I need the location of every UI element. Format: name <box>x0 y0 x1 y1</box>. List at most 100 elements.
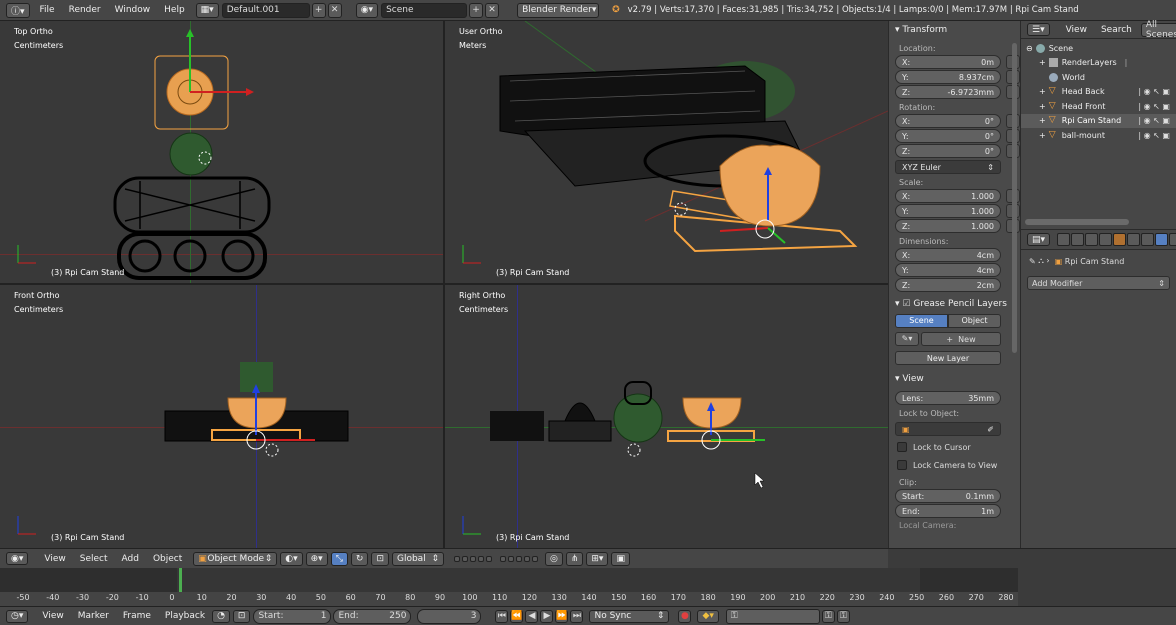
menu-view[interactable]: View <box>37 554 72 564</box>
timeline[interactable]: -50 -40 -30 -20 -10 0 10 20 30 40 50 60 70 80 90 100 110… <box>0 568 1176 606</box>
outliner-row-world[interactable]: World <box>1021 70 1176 85</box>
start-frame-field[interactable]: Start: 1 <box>253 608 332 624</box>
view-panel-header[interactable]: ▾ View <box>889 371 1020 387</box>
keying-set-field[interactable]: ⚿ <box>725 608 820 624</box>
tl-menu-view[interactable]: View <box>35 611 70 621</box>
checkbox-icon[interactable]: ☑ <box>902 299 910 309</box>
outliner-row-head-front[interactable]: + ▽ Head Front | ◉ ↖ ▣ <box>1021 99 1176 114</box>
screen-layout-field[interactable]: Default.001 <box>221 2 310 18</box>
outliner-row-head-back[interactable]: + ▽ Head Back | ◉ ↖ ▣ <box>1021 85 1176 100</box>
preview-range-icon[interactable]: ◔ <box>212 609 230 623</box>
tl-menu-marker[interactable]: Marker <box>71 611 116 621</box>
scene-field[interactable]: Scene <box>381 2 468 18</box>
location-y-field[interactable]: Y: 8.937cm <box>895 70 1020 84</box>
scale-x-field[interactable]: X: 1.000 <box>895 189 1020 203</box>
pivot-select[interactable]: ⊕▾ <box>305 551 328 566</box>
menu-select[interactable]: Select <box>73 554 115 564</box>
lens-field[interactable]: Lens: 35mm <box>895 391 1001 405</box>
outliner-row-renderlayers[interactable]: + RenderLayers | <box>1021 56 1176 71</box>
dimension-x-field[interactable]: X: 4cm <box>895 248 1001 262</box>
tab-object[interactable]: Object <box>948 314 1001 328</box>
transform-panel-header[interactable]: ▾ Transform <box>889 22 1020 38</box>
viewport-front-ortho[interactable]: Front Ortho Centimeters (3) Rpi Cam Stan… <box>0 285 443 548</box>
screen-layout-icon[interactable]: ▦▾ <box>195 2 219 18</box>
info-editor-icon[interactable]: ⓘ▾ <box>6 2 30 18</box>
current-frame-indicator[interactable] <box>179 568 182 593</box>
pin-icon[interactable]: ✎ <box>1029 257 1036 266</box>
location-z-field[interactable]: Z: -6.9723mm <box>895 85 1020 99</box>
shading-select[interactable]: ◐▾ <box>280 551 303 566</box>
outliner-scrollbar[interactable] <box>1025 219 1129 225</box>
add-layout-button[interactable]: + <box>311 2 326 18</box>
menu-add[interactable]: Add <box>115 554 146 564</box>
manipulator-toggle[interactable]: ⤡ <box>330 551 348 566</box>
properties-context-tabs[interactable] <box>1057 233 1176 246</box>
outliner-menu-search[interactable]: Search <box>1094 25 1139 35</box>
outliner-editor-icon[interactable]: ☰▾ <box>1027 23 1050 36</box>
snap-element-select[interactable]: ⊞▾ <box>586 551 609 566</box>
render-preview-icon[interactable]: ▣ <box>611 551 630 566</box>
remove-scene-button[interactable]: ✕ <box>485 2 500 18</box>
jump-key-forward-icon[interactable]: ⏩ <box>555 609 569 623</box>
scene-icon[interactable]: ◉▾ <box>355 2 379 18</box>
menu-file[interactable]: File <box>33 5 62 15</box>
playback-controls[interactable]: ⏮ ⏪ ◀ ▶ ⏩ ⏭ <box>493 609 584 623</box>
lock-object-field[interactable]: ▣ ✐ <box>895 422 1001 436</box>
npanel-scrollbar[interactable] <box>1012 43 1017 353</box>
menu-help[interactable]: Help <box>157 5 192 15</box>
viewport-top-ortho[interactable]: Top Ortho Centimeters (3) Rpi Cam Stand <box>0 21 443 283</box>
eyedropper-icon[interactable]: ✐ <box>987 425 994 434</box>
rotation-z-field[interactable]: Z: 0° <box>895 144 1020 158</box>
rotation-mode-select[interactable]: XYZ Euler ⇕ <box>895 160 1001 174</box>
outliner-menu-view[interactable]: View <box>1059 25 1094 35</box>
rotation-x-field[interactable]: X: 0° <box>895 114 1020 128</box>
dimension-y-field[interactable]: Y: 4cm <box>895 263 1001 277</box>
render-engine-select[interactable]: Blender Render ▾ <box>517 2 600 18</box>
outliner-row-rpi-cam-stand[interactable]: + ▽ Rpi Cam Stand | ◉ ↖ ▣ <box>1021 113 1176 128</box>
mode-select[interactable]: ▣ Object Mode ⇕ <box>193 551 278 566</box>
delete-keyframe-icon[interactable]: ⚿ <box>836 609 850 623</box>
jump-end-icon[interactable]: ⏭ <box>570 609 584 623</box>
add-modifier-select[interactable]: Add Modifier ⇕ <box>1027 276 1170 290</box>
outliner-display-select[interactable]: All Scenes <box>1140 20 1176 40</box>
viewport-right-ortho[interactable]: Right Ortho Centimeters (3) Rpi Cam Stan… <box>445 285 888 548</box>
tab-scene[interactable]: Scene <box>895 314 948 328</box>
tl-menu-frame[interactable]: Frame <box>116 611 158 621</box>
orientation-select[interactable]: Global ⇕ <box>391 551 444 566</box>
lock-camera-checkbox[interactable]: Lock Camera to View <box>889 456 1020 474</box>
scale-y-field[interactable]: Y: 1.000 <box>895 204 1020 218</box>
record-icon[interactable]: ● <box>678 609 692 623</box>
properties-editor-icon[interactable]: ▤▾ <box>1027 233 1051 246</box>
pencil-icon[interactable]: ✎▾ <box>895 332 919 346</box>
visibility-icons[interactable]: | ◉ ↖ ▣ <box>1138 87 1170 96</box>
clip-start-field[interactable]: Start: 0.1mm <box>895 489 1001 503</box>
manipulator-scale[interactable]: ⊡ <box>371 551 389 566</box>
menu-object[interactable]: Object <box>146 554 189 564</box>
add-scene-button[interactable]: + <box>469 2 484 18</box>
keying-set-icon[interactable]: ◆▾ <box>697 609 719 623</box>
visibility-icons[interactable]: | ◉ ↖ ▣ <box>1138 102 1170 111</box>
grease-new-button[interactable]: + New <box>921 332 1001 346</box>
viewport-user-ortho[interactable]: User Ortho Meters (3) Rpi Cam Stand <box>445 21 888 283</box>
timeline-editor-icon[interactable]: ◷▾ <box>6 609 29 623</box>
insert-keyframe-icon[interactable]: ⚿ <box>821 609 835 623</box>
play-reverse-icon[interactable]: ◀ <box>525 609 539 623</box>
proportional-edit-icon[interactable]: ◎ <box>544 551 563 566</box>
tl-menu-playback[interactable]: Playback <box>158 611 212 621</box>
frame-ruler[interactable] <box>0 592 1018 606</box>
outliner-row-scene[interactable]: ⊖ Scene <box>1021 41 1176 56</box>
visibility-icons[interactable]: | ◉ ↖ ▣ <box>1138 116 1170 125</box>
manipulator-rotate[interactable]: ↻ <box>350 551 369 566</box>
grease-pencil-panel-header[interactable]: ▾ ☑ Grease Pencil Layers <box>889 296 1020 312</box>
new-layer-button[interactable]: New Layer <box>895 351 1001 365</box>
sync-select[interactable]: No Sync ⇕ <box>589 609 670 623</box>
location-x-field[interactable]: X: 0m <box>895 55 1020 69</box>
remove-layout-button[interactable]: ✕ <box>327 2 342 18</box>
end-frame-field[interactable]: End: 250 <box>333 608 412 624</box>
lock-to-cursor-checkbox[interactable]: Lock to Cursor <box>889 438 1020 456</box>
view3d-editor-icon[interactable]: ◉▾ <box>6 552 29 565</box>
scale-z-field[interactable]: Z: 1.000 <box>895 219 1020 233</box>
play-icon[interactable]: ▶ <box>540 609 554 623</box>
menu-window[interactable]: Window <box>108 5 158 15</box>
outliner-row-ball-mount[interactable]: + ▽ ball-mount | ◉ ↖ ▣ <box>1021 128 1176 143</box>
